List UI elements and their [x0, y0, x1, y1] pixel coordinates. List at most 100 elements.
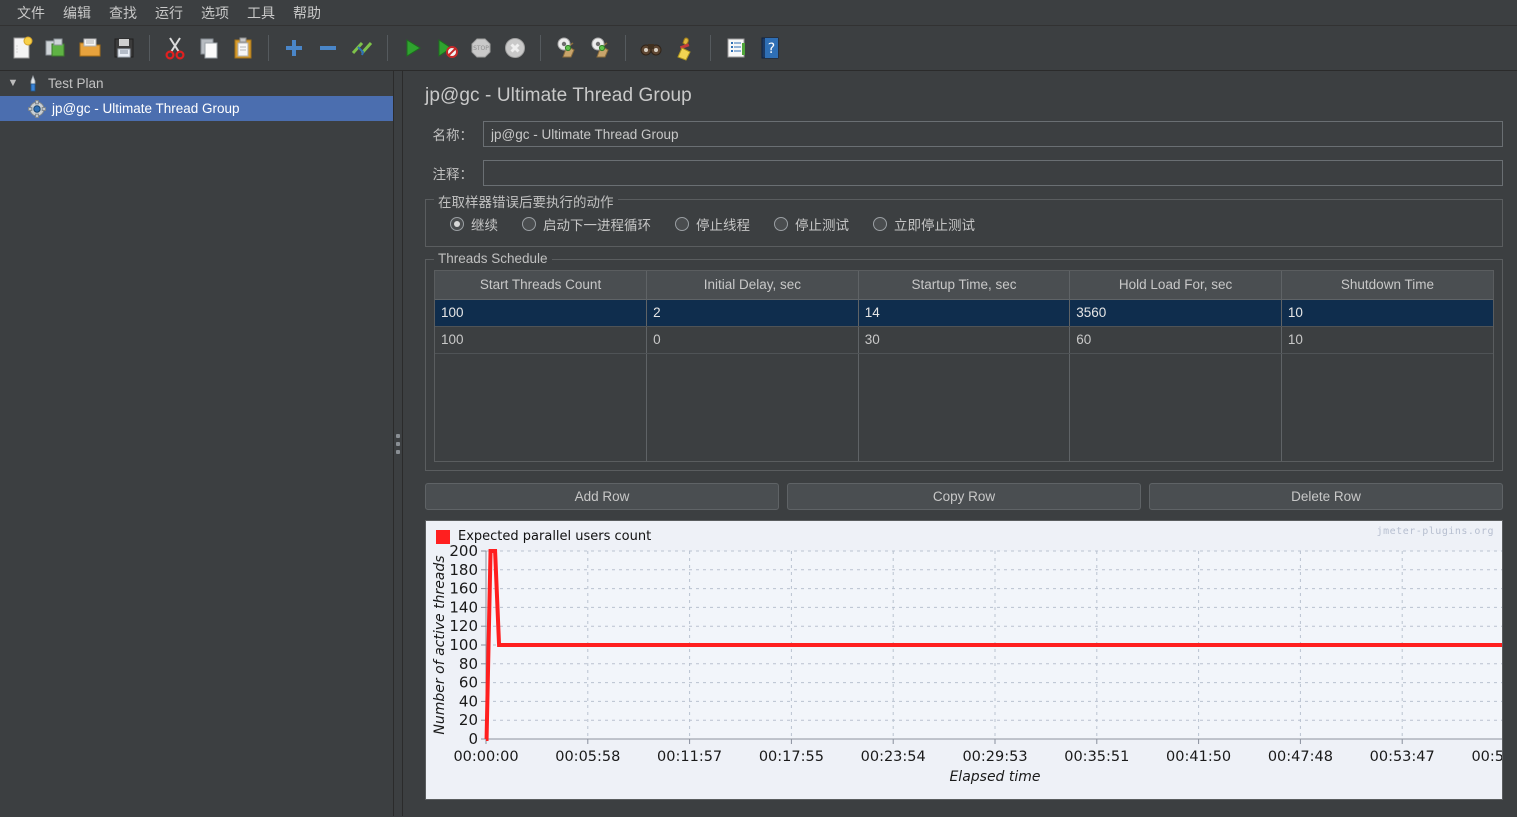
row-buttons: Add Row Copy Row Delete Row — [425, 483, 1503, 510]
start-icon[interactable] — [397, 31, 429, 65]
cell-startup-time[interactable]: 30 — [858, 326, 1071, 354]
comment-label: 注释： — [432, 167, 474, 182]
radio-stop-test-now[interactable]: 立即停止测试 — [873, 214, 975, 234]
radio-mark-icon — [873, 217, 887, 231]
toggle-icon[interactable] — [346, 31, 378, 65]
radio-start-next-loop[interactable]: 启动下一进程循环 — [522, 214, 651, 234]
open-folder-icon[interactable] — [74, 31, 106, 65]
plus-icon[interactable] — [278, 31, 310, 65]
shutdown-icon[interactable] — [499, 31, 531, 65]
cut-icon[interactable] — [159, 31, 191, 65]
clear-broom-icon[interactable] — [669, 31, 701, 65]
cell-start-threads-count[interactable]: 100 — [435, 299, 648, 327]
tree-node-ultimate-thread-group[interactable]: jp@gc - Ultimate Thread Group — [0, 96, 393, 121]
start-no-pauses-icon[interactable] — [431, 31, 463, 65]
sampler-error-action-options: 继续 启动下一进程循环 停止线程 停止测试 立即停止测试 — [436, 212, 1492, 236]
chart-plot: 020406080100120140160180200 00:00:00 00:05… — [432, 542, 1503, 785]
comment-field-row: 注释： — [421, 160, 1503, 186]
table-head: Start Threads Count Initial Delay, sec S… — [435, 271, 1493, 300]
menu-help[interactable]: 帮助 — [284, 1, 330, 25]
svg-text:Number of active threads: Number of active threads — [432, 555, 448, 734]
toolbar-separator — [540, 35, 541, 61]
cell-shutdown-time[interactable]: 10 — [1281, 326, 1493, 354]
svg-text:160: 160 — [449, 580, 478, 598]
cell-initial-delay[interactable]: 0 — [646, 326, 859, 354]
svg-text:00:59:46: 00:59:46 — [1471, 749, 1503, 765]
svg-text:Elapsed time: Elapsed time — [949, 769, 1040, 785]
sampler-error-action-group: 在取样器错误后要执行的动作 继续 启动下一进程循环 停止线程 停止测试 立即停止… — [425, 191, 1503, 247]
threads-schedule-title: Threads Schedule — [434, 251, 552, 266]
thread-group-gear-icon — [26, 99, 48, 118]
table-empty-area[interactable] — [435, 353, 1493, 389]
cell-hold-load-for[interactable]: 60 — [1069, 326, 1282, 354]
stop-icon[interactable]: STOP — [465, 31, 497, 65]
menu-tools[interactable]: 工具 — [238, 1, 284, 25]
name-input[interactable] — [483, 121, 1503, 147]
svg-text:?: ? — [768, 41, 775, 57]
svg-text:120: 120 — [449, 617, 478, 635]
paste-icon[interactable] — [227, 31, 259, 65]
col-startup-time[interactable]: Startup Time, sec — [858, 271, 1071, 300]
svg-text:00:00:00: 00:00:00 — [453, 749, 518, 765]
svg-text:80: 80 — [459, 655, 478, 673]
minus-icon[interactable] — [312, 31, 344, 65]
copy-icon[interactable] — [193, 31, 225, 65]
page-title: jp@gc - Ultimate Thread Group — [425, 85, 692, 106]
log-viewer-icon[interactable] — [720, 31, 752, 65]
save-icon[interactable] — [108, 31, 140, 65]
menu-search[interactable]: 查找 — [100, 1, 146, 25]
col-start-threads-count[interactable]: Start Threads Count — [435, 271, 648, 300]
table-empty-area[interactable] — [435, 389, 1493, 425]
menu-edit[interactable]: 编辑 — [54, 1, 100, 25]
svg-text:100: 100 — [449, 636, 478, 654]
cell-initial-delay[interactable]: 2 — [646, 299, 859, 327]
svg-text:00:35:51: 00:35:51 — [1064, 749, 1129, 765]
radio-stop-test[interactable]: 停止测试 — [774, 214, 849, 234]
comment-input[interactable] — [483, 160, 1503, 186]
threads-schedule-table-wrap: Start Threads Count Initial Delay, sec S… — [434, 270, 1494, 462]
radio-label-stop-test-now: 立即停止测试 — [894, 218, 975, 233]
table-empty-area[interactable] — [435, 425, 1493, 461]
menu-run[interactable]: 运行 — [146, 1, 192, 25]
table-body: 100 2 14 3560 10 100 0 30 60 10 — [435, 299, 1493, 461]
delete-row-button[interactable]: Delete Row — [1149, 483, 1503, 510]
search-binoculars-icon[interactable] — [635, 31, 667, 65]
radio-stop-thread[interactable]: 停止线程 — [675, 214, 750, 234]
cell-hold-load-for[interactable]: 3560 — [1069, 299, 1282, 327]
table-header-row: Start Threads Count Initial Delay, sec S… — [435, 271, 1493, 300]
menu-file[interactable]: 文件 — [8, 1, 54, 25]
radio-continue[interactable]: 继续 — [450, 214, 498, 234]
help-icon[interactable]: ? — [754, 31, 786, 65]
radio-mark-icon — [522, 217, 536, 231]
threads-schedule-table[interactable]: Start Threads Count Initial Delay, sec S… — [435, 271, 1493, 461]
cell-shutdown-time[interactable]: 10 — [1281, 299, 1493, 327]
col-hold-load-for[interactable]: Hold Load For, sec — [1069, 271, 1282, 300]
templates-icon[interactable] — [40, 31, 72, 65]
col-shutdown-time[interactable]: Shutdown Time — [1281, 271, 1493, 300]
threads-schedule-group: Threads Schedule Start Threads Count Ini… — [425, 251, 1503, 471]
test-plan-tree[interactable]: ▼ Test Plan jp@gc - Ultimate Thread Grou… — [0, 71, 394, 816]
tree-label-ultimate-thread-group: jp@gc - Ultimate Thread Group — [52, 101, 240, 116]
remote-start-icon[interactable] — [550, 31, 582, 65]
tree-node-test-plan[interactable]: ▼ Test Plan — [0, 71, 393, 96]
table-row[interactable]: 100 2 14 3560 10 — [435, 299, 1493, 327]
remote-stop-icon[interactable] — [584, 31, 616, 65]
pane-splitter[interactable] — [394, 71, 403, 816]
col-initial-delay[interactable]: Initial Delay, sec — [646, 271, 859, 300]
new-file-icon[interactable] — [6, 31, 38, 65]
thread-group-editor: jp@gc - Ultimate Thread Group 名称： 注释： 在取… — [403, 71, 1517, 816]
menu-options[interactable]: 选项 — [192, 1, 238, 25]
cell-start-threads-count[interactable]: 100 — [435, 326, 648, 354]
name-field-row: 名称： — [421, 121, 1503, 147]
svg-text:00:17:55: 00:17:55 — [759, 749, 824, 765]
radio-mark-icon — [675, 217, 689, 231]
svg-text:0: 0 — [468, 730, 478, 748]
table-row[interactable]: 100 0 30 60 10 — [435, 326, 1493, 354]
menu-bar: 文件 编辑 查找 运行 选项 工具 帮助 — [0, 0, 1517, 26]
cell-startup-time[interactable]: 14 — [858, 299, 1071, 327]
copy-row-button[interactable]: Copy Row — [787, 483, 1141, 510]
add-row-button[interactable]: Add Row — [425, 483, 779, 510]
main-split: ▼ Test Plan jp@gc - Ultimate Thread Grou… — [0, 71, 1517, 816]
sampler-error-action-title: 在取样器错误后要执行的动作 — [434, 191, 618, 211]
chevron-down-icon[interactable]: ▼ — [4, 78, 22, 89]
